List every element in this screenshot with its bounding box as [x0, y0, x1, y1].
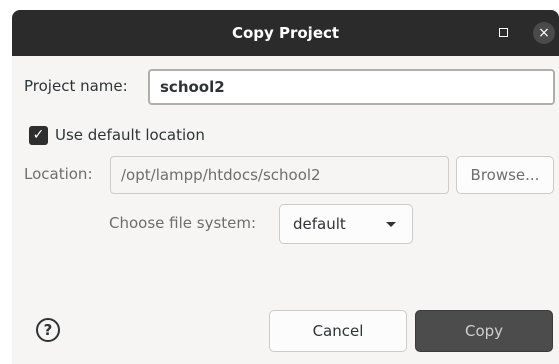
use-default-location-label[interactable]: Use default location	[55, 126, 205, 144]
project-name-label: Project name:	[24, 77, 128, 95]
browse-button[interactable]: Browse...	[456, 156, 554, 194]
use-default-location-checkbox[interactable]: ✓	[29, 126, 48, 145]
cancel-button[interactable]: Cancel	[269, 310, 407, 352]
help-icon[interactable]: ?	[36, 318, 60, 342]
close-button[interactable]: ×	[533, 22, 555, 44]
chevron-down-icon	[386, 222, 396, 227]
file-system-select[interactable]: default	[279, 204, 413, 244]
title-bar[interactable]: Copy Project ×	[12, 10, 559, 56]
location-label: Location:	[24, 165, 93, 183]
maximize-icon[interactable]	[499, 28, 508, 37]
file-system-value: default	[293, 215, 346, 233]
project-name-input[interactable]: school2	[148, 69, 555, 105]
location-input[interactable]: /opt/lampp/htdocs/school2	[110, 156, 449, 194]
file-system-label: Choose file system:	[109, 214, 257, 232]
dialog-title: Copy Project	[231, 24, 340, 42]
copy-button[interactable]: Copy	[415, 310, 553, 352]
copy-project-dialog: Copy Project × Project name: school2 ✓ U…	[12, 10, 559, 364]
